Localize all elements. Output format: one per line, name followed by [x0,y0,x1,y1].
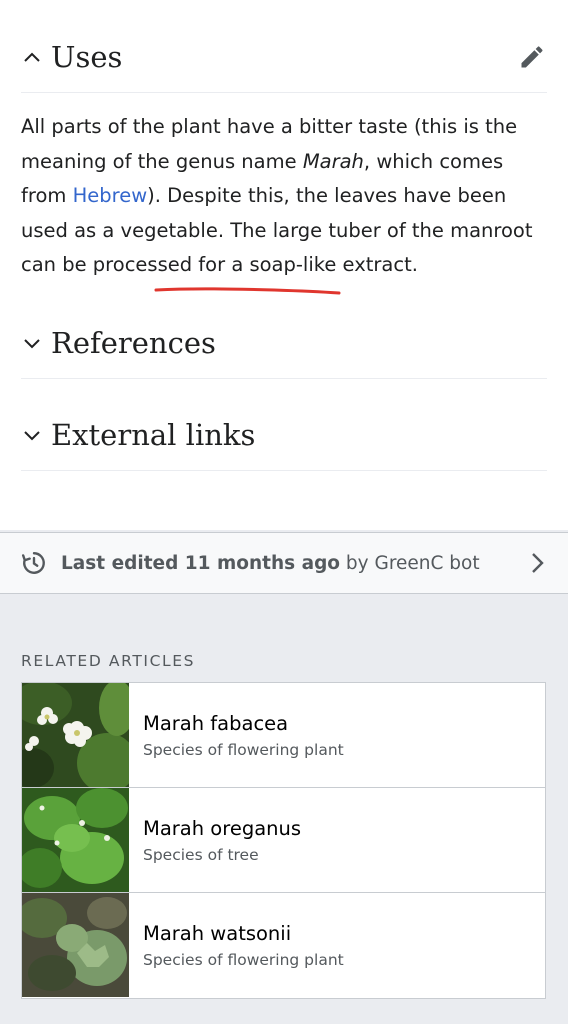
section-title-uses: Uses [51,40,123,74]
chevron-down-icon [21,332,43,354]
last-edited-bar[interactable]: Last edited 11 months ago by GreenC bot [0,532,568,594]
related-article-text: Marah fabacea Species of flowering plant [129,683,344,787]
last-edited-by: by GreenC bot [340,552,480,574]
section-title-references: References [51,326,216,360]
related-article-title: Marah watsonii [143,922,292,945]
last-edited-time: Last edited 11 months ago [61,552,341,574]
chevron-down-icon [21,424,43,446]
chevron-right-icon [527,550,547,576]
chevron-up-icon [21,46,43,68]
article-page: Uses All parts of the plant have a bitte… [0,0,568,1024]
related-article-text: Marah oreganus Species of tree [129,788,301,892]
last-edited-text: Last edited 11 months ago by GreenC bot [61,553,527,574]
section-header-external-links[interactable]: External links [21,400,547,471]
pencil-icon[interactable] [517,42,547,72]
related-article-item[interactable]: Marah oreganus Species of tree [22,788,545,893]
related-article-title: Marah oreganus [143,816,302,840]
green-leaves-thumbnail [22,788,129,892]
related-articles-heading: RELATED ARTICLES [21,652,196,670]
white-flowers-thumbnail [22,683,129,787]
history-icon [21,550,47,576]
red-underline-annotation [154,287,341,295]
related-article-description: Species of flowering plant [143,951,344,969]
related-articles-list: Marah fabacea Species of flowering plant [21,682,546,999]
related-article-description: Species of tree [143,845,259,864]
genus-name: Marah [302,149,364,173]
section-title-external-links: External links [51,418,256,452]
lobed-leaves-thumbnail [22,893,129,998]
related-article-item[interactable]: Marah fabacea Species of flowering plant [22,683,545,788]
section-header-references[interactable]: References [21,308,547,379]
uses-paragraph: All parts of the plant have a bitter tas… [21,110,549,283]
related-article-title: Marah fabacea [143,711,289,735]
related-article-item[interactable]: Marah watsonii Species of flowering plan… [22,893,545,998]
hebrew-link[interactable]: Hebrew [73,184,148,207]
related-article-text: Marah watsonii Species of flowering plan… [129,893,344,998]
section-header-uses[interactable]: Uses [21,22,547,93]
related-article-description: Species of flowering plant [143,740,344,759]
